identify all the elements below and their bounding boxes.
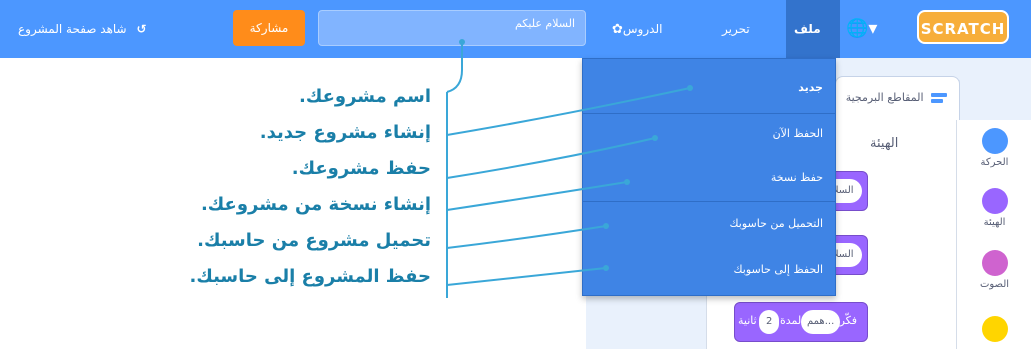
annotation-save-to-computer: حفظ المشروع إلى حاسبك. <box>189 266 431 287</box>
callout-lines <box>446 39 693 298</box>
annotation-load-from-computer: تحميل مشروع من حاسبك. <box>197 230 431 251</box>
annotation-save-copy: إنشاء نسخة من مشروعك. <box>200 194 431 215</box>
annotation-save-project: حفظ مشروعك. <box>291 158 431 179</box>
annotation-project-name: اسم مشروعك. <box>299 86 431 107</box>
annotation-new-project: إنشاء مشروع جديد. <box>259 122 431 143</box>
